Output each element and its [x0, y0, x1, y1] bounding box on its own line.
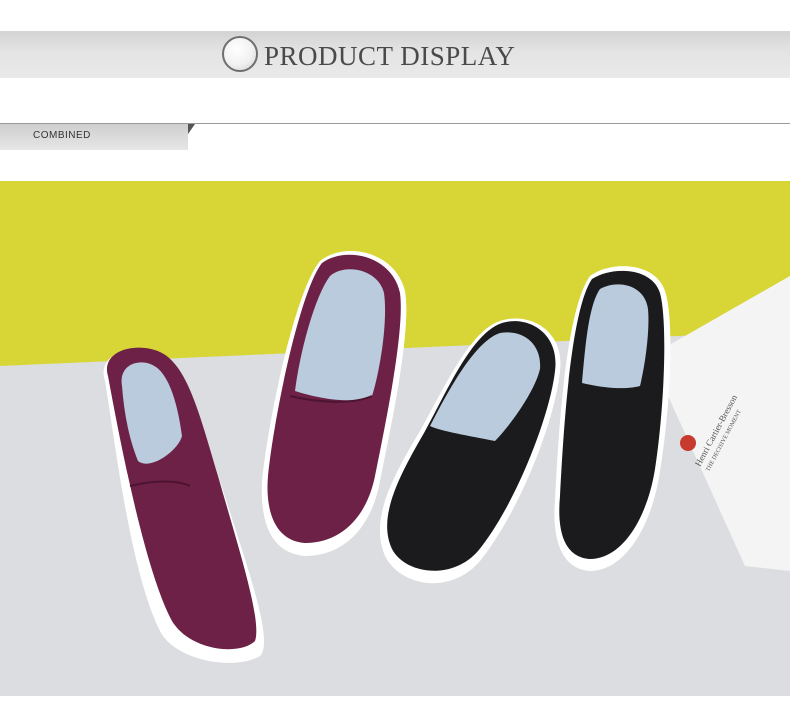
- title-circle-icon: [222, 36, 258, 72]
- section-tag-label: COMBINED: [33, 130, 91, 141]
- section-tag: [0, 124, 188, 150]
- tag-notch-icon: [188, 124, 195, 134]
- product-photo: Henri Cartier-Bresson THE DECISIVE MOMEN…: [0, 181, 790, 696]
- page-title: PRODUCT DISPLAY: [264, 41, 516, 71]
